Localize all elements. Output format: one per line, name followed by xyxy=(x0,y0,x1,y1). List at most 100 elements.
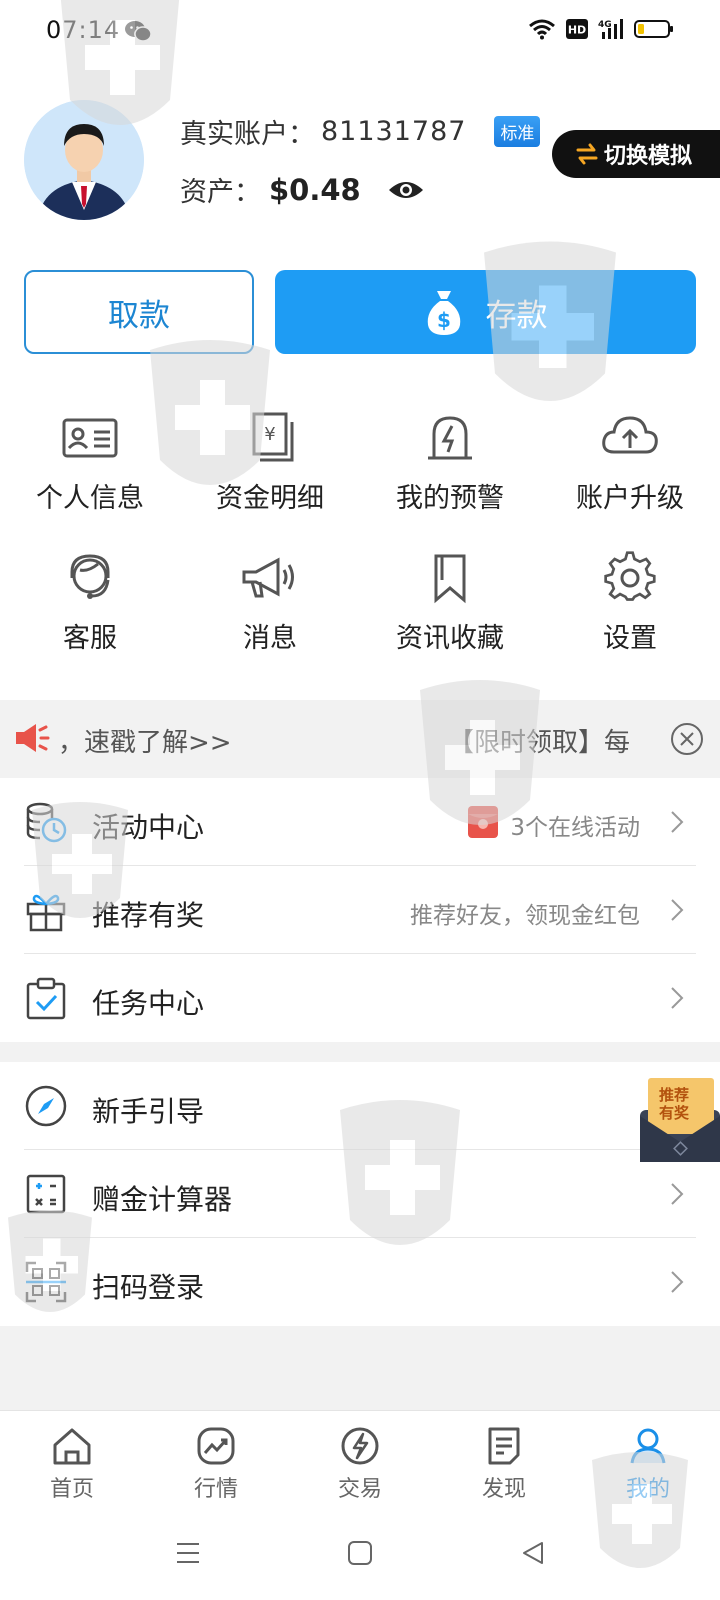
qr-scan-icon xyxy=(25,1261,67,1303)
svg-text:HD: HD xyxy=(568,24,586,37)
avatar-illustration xyxy=(24,100,144,220)
chevron-right-icon xyxy=(671,1271,684,1293)
task-icon xyxy=(26,977,66,1020)
asset-label: 资产： xyxy=(180,177,261,208)
account-number: 81131787 xyxy=(321,116,467,147)
id-card-icon xyxy=(62,418,118,458)
compass-icon xyxy=(25,1085,67,1127)
cloud-upload-icon xyxy=(602,416,658,454)
withdraw-button[interactable]: 取款 xyxy=(24,270,254,354)
account-type-badge: 标准 xyxy=(494,116,541,147)
svg-text:$: $ xyxy=(437,308,451,332)
row-scan-login[interactable]: 扫码登录 xyxy=(0,1238,720,1326)
megaphone-icon xyxy=(242,557,294,598)
chevron-right-icon xyxy=(671,987,684,1009)
feature-grid: 个人信息 ¥ 资金明细 我的预警 账户升级 客服 消息 资讯收藏 设置 xyxy=(0,410,720,660)
customer-service-icon xyxy=(70,554,110,599)
nav-discover[interactable]: 发现 xyxy=(432,1411,576,1510)
grid-item-funds-detail[interactable]: ¥ 资金明细 xyxy=(180,410,360,520)
account-label: 真实账户： xyxy=(180,119,315,150)
back-triangle-icon[interactable] xyxy=(520,1540,546,1566)
nav-home[interactable]: 首页 xyxy=(0,1411,144,1510)
switch-demo-label: 切换模拟 xyxy=(604,144,693,169)
grid-label: 我的预警 xyxy=(396,483,504,514)
asset-value: $0.48 xyxy=(269,172,361,207)
row-label: 新手引导 xyxy=(92,1095,205,1128)
svg-text:¥: ¥ xyxy=(264,424,275,445)
avatar[interactable] xyxy=(24,100,144,220)
grid-item-account-upgrade[interactable]: 账户升级 xyxy=(540,410,720,520)
row-beginner-guide[interactable]: 新手引导 xyxy=(0,1062,720,1150)
deposit-label: 存款 xyxy=(485,297,548,334)
row-label: 赠金计算器 xyxy=(92,1183,233,1216)
chevron-right-icon xyxy=(671,1183,684,1205)
float-badge-line1: 推荐 xyxy=(659,1086,689,1104)
system-nav-bar xyxy=(0,1510,720,1600)
grid-label: 个人信息 xyxy=(36,483,144,514)
asset-line: 资产： $0.48 xyxy=(180,170,425,209)
status-time: 07:14 xyxy=(46,16,121,44)
bottom-nav: 首页 行情 交易 发现 我的 xyxy=(0,1410,720,1510)
grid-item-customer-service[interactable]: 客服 xyxy=(0,550,180,660)
grid-label: 资讯收藏 xyxy=(396,623,504,654)
nav-profile[interactable]: 我的 xyxy=(576,1411,720,1510)
row-referral-reward[interactable]: 推荐有奖 推荐好友，领现金红包 xyxy=(0,866,720,954)
grid-item-news-favorites[interactable]: 资讯收藏 xyxy=(360,550,540,660)
nav-label: 行情 xyxy=(193,1477,238,1502)
home-icon xyxy=(53,1428,91,1465)
wifi-icon xyxy=(529,19,555,40)
withdraw-label: 取款 xyxy=(108,297,170,334)
wechat-icon xyxy=(125,21,152,42)
nav-label: 发现 xyxy=(481,1477,526,1502)
grid-label: 资金明细 xyxy=(216,483,324,514)
nav-trade[interactable]: 交易 xyxy=(288,1411,432,1510)
funds-detail-icon: ¥ xyxy=(252,412,294,462)
grid-label: 账户升级 xyxy=(576,483,684,514)
grid-item-messages[interactable]: 消息 xyxy=(180,550,360,660)
nav-market[interactable]: 行情 xyxy=(144,1411,288,1510)
row-label: 推荐有奖 xyxy=(92,899,205,932)
row-label: 扫码登录 xyxy=(92,1271,205,1304)
switch-demo-button[interactable]: 切换模拟 xyxy=(552,130,720,178)
announcement-marquee[interactable]: ，速戳了解>> 【限时领取】每 xyxy=(0,700,720,778)
bottom-gap xyxy=(0,1326,720,1410)
close-icon[interactable] xyxy=(670,722,704,756)
row-right-text: 推荐好友，领现金红包 xyxy=(410,903,640,929)
list-section-activities: 活动中心 3个在线活动 推荐有奖 推荐好友，领现金红包 任务中心 xyxy=(0,778,720,1042)
grid-item-my-alerts[interactable]: 我的预警 xyxy=(360,410,540,520)
activity-icon xyxy=(26,802,67,843)
market-icon xyxy=(197,1427,235,1465)
nav-label: 首页 xyxy=(49,1477,94,1502)
deposit-button[interactable]: $ 存款 xyxy=(275,270,696,354)
row-bonus-calculator[interactable]: 赠金计算器 xyxy=(0,1150,720,1238)
red-envelope-icon xyxy=(468,806,498,838)
alert-icon xyxy=(428,416,472,460)
menu-icon[interactable] xyxy=(175,1540,201,1566)
row-activity-center[interactable]: 活动中心 3个在线活动 xyxy=(0,778,720,866)
signal-4g-icon: 4G xyxy=(598,19,623,39)
row-task-center[interactable]: 任务中心 xyxy=(0,954,720,1042)
account-line: 真实账户： 81131787 标准 xyxy=(180,112,541,151)
battery-icon xyxy=(634,20,673,38)
bookmark-icon xyxy=(434,554,466,604)
float-badge-line2: 有奖 xyxy=(659,1104,690,1122)
profile-icon xyxy=(630,1428,666,1464)
gear-icon xyxy=(604,551,656,601)
nav-label: 我的 xyxy=(625,1477,670,1502)
referral-float-badge[interactable]: 推荐 有奖 xyxy=(640,1076,720,1162)
grid-item-personal-info[interactable]: 个人信息 xyxy=(0,410,180,520)
nav-label: 交易 xyxy=(337,1477,382,1502)
row-label: 任务中心 xyxy=(92,987,205,1020)
home-square-icon[interactable] xyxy=(347,1540,373,1566)
list-section-tools: 新手引导 赠金计算器 扫码登录 xyxy=(0,1062,720,1326)
chevron-right-icon xyxy=(671,899,684,921)
trade-icon xyxy=(341,1427,379,1465)
eye-icon[interactable] xyxy=(387,178,425,202)
gift-icon xyxy=(26,894,66,932)
speaker-icon xyxy=(16,724,50,752)
money-bag-icon: $ xyxy=(427,291,460,335)
grid-item-settings[interactable]: 设置 xyxy=(540,550,720,660)
grid-label: 设置 xyxy=(603,623,657,654)
marquee-text-right: 【限时领取】每 xyxy=(448,728,631,758)
section-gap xyxy=(0,1042,720,1062)
